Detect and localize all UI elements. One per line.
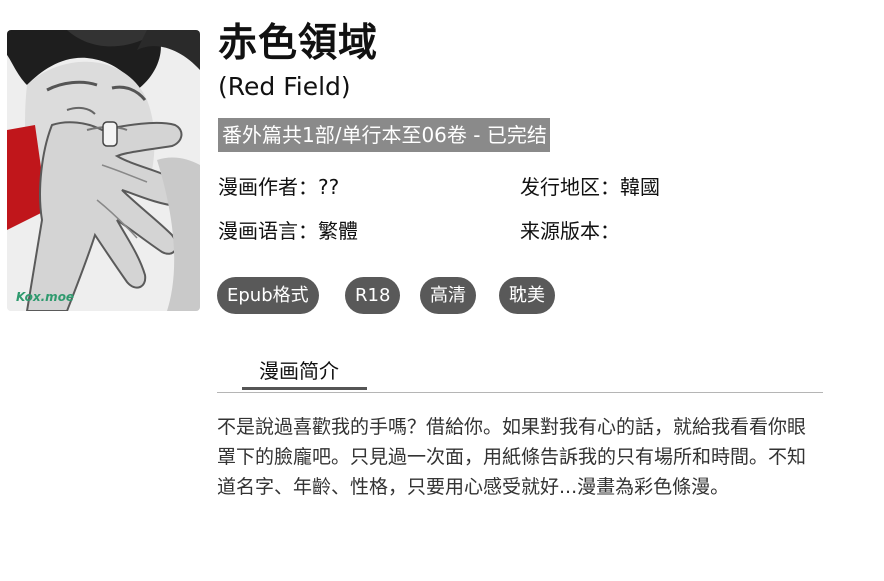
language-label: 漫画语言： [218, 219, 318, 243]
tag-r18[interactable]: R18 [345, 277, 401, 314]
tag-epub[interactable]: Epub格式 [217, 277, 319, 314]
region-row: 发行地区：韓國 [520, 172, 660, 202]
book-title: 赤色領域 [218, 21, 379, 66]
book-detail-page: Kox.moe 赤色領域 (Red Field) 番外篇共1部/单行本至06卷 … [0, 0, 884, 581]
source-row: 来源版本： [520, 216, 620, 246]
author-label: 漫画作者： [218, 175, 318, 199]
source-label: 来源版本： [520, 219, 620, 243]
description-text: 不是說過喜歡我的手嗎？借給你。如果對我有心的話，就給我看看你眼罩下的臉龐吧。只見… [217, 416, 807, 498]
region-label: 发行地区： [520, 175, 620, 199]
cover-illustration [7, 30, 200, 311]
book-subtitle: (Red Field) [218, 72, 351, 101]
author-value[interactable]: ?? [318, 175, 339, 199]
language-row: 漫画语言：繁體 [218, 216, 358, 246]
tab-bar: 漫画简介 [217, 352, 823, 393]
language-value: 繁體 [318, 219, 358, 243]
cover-image[interactable]: Kox.moe [7, 30, 200, 311]
tag-hd[interactable]: 高清 [420, 277, 476, 314]
tab-intro[interactable]: 漫画简介 [242, 352, 367, 390]
cover-watermark: Kox.moe [16, 290, 75, 304]
tag-bl[interactable]: 耽美 [499, 277, 555, 314]
author-row: 漫画作者：?? [218, 172, 339, 202]
status-badge: 番外篇共1部/单行本至06卷 - 已完结 [218, 118, 550, 152]
region-value: 韓國 [620, 175, 660, 199]
